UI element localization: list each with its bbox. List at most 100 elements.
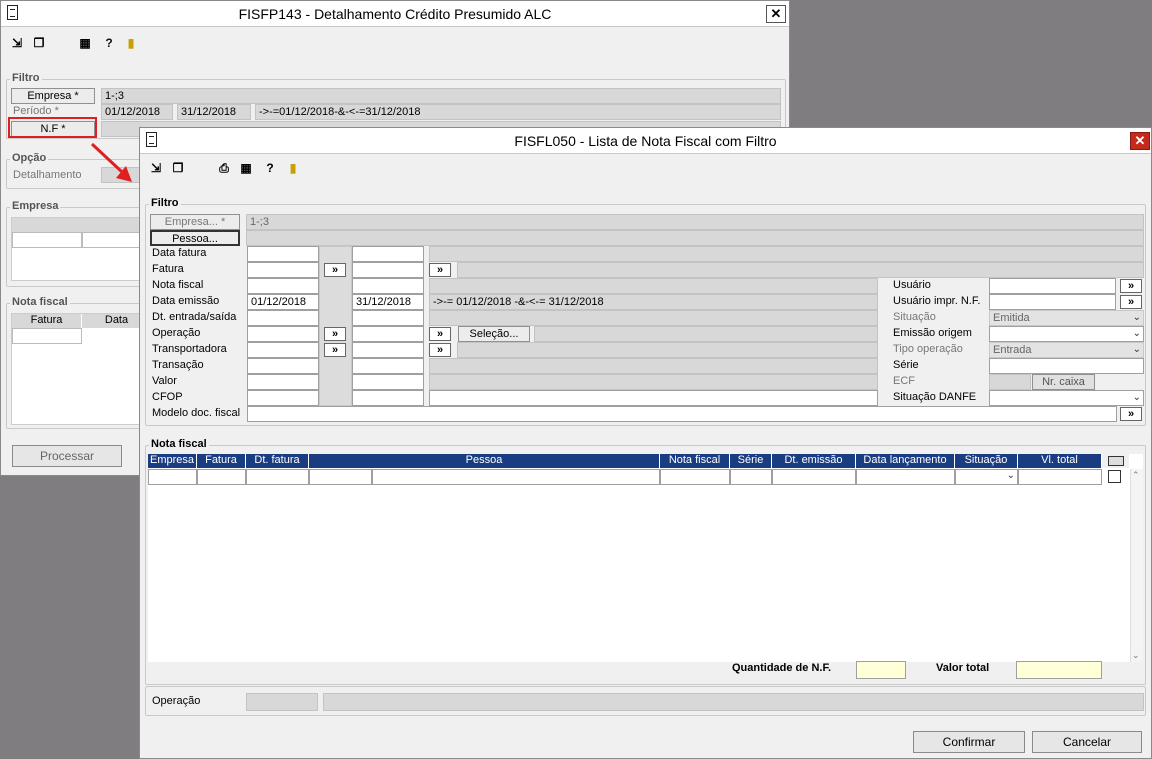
col-dt-emissao[interactable]: Dt. emissão — [772, 454, 856, 468]
transportadora-end[interactable] — [352, 342, 424, 358]
data-emissao-label: Data emissão — [152, 295, 220, 307]
processar-button[interactable]: Processar — [12, 445, 122, 467]
col-vl-total[interactable]: Vl. total — [1018, 454, 1102, 468]
filter-group-label: Filtro — [149, 197, 181, 209]
fatura-end-search-button[interactable]: » — [429, 263, 451, 277]
transacao-end[interactable] — [352, 358, 424, 374]
fatura-search-button[interactable]: » — [324, 263, 346, 277]
scroll-down-icon[interactable]: ⌄ — [1132, 650, 1140, 661]
col-empresa[interactable]: Empresa — [148, 454, 197, 468]
usuario-impr-input[interactable] — [989, 294, 1116, 310]
operacao-start[interactable] — [247, 326, 319, 342]
arrow-icon[interactable]: ⇲ — [148, 160, 164, 176]
empresa-button[interactable]: Empresa... * — [150, 214, 240, 230]
valor-start[interactable] — [247, 374, 319, 390]
close-button[interactable]: ✕ — [766, 5, 786, 23]
empresa-button[interactable]: Empresa * — [11, 88, 95, 104]
chevron-down-icon: ⌄ — [1132, 312, 1141, 323]
row-serie[interactable] — [730, 469, 772, 485]
col-select-all[interactable] — [1102, 454, 1130, 468]
detalhamento-label: Detalhamento — [13, 169, 82, 181]
nota-fiscal-start[interactable] — [247, 278, 319, 294]
empresa-value: 1-;3 — [246, 214, 1144, 230]
operacao-end-search-button[interactable]: » — [429, 327, 451, 341]
col-serie[interactable]: Série — [730, 454, 772, 468]
col-pessoa[interactable]: Pessoa — [309, 454, 660, 468]
cfop-start[interactable] — [247, 390, 319, 406]
operacao-end[interactable] — [352, 326, 424, 342]
empresa-value: 1-;3 — [101, 88, 781, 104]
usuario-search-button[interactable]: » — [1120, 279, 1142, 293]
modelo-input[interactable] — [247, 406, 1117, 422]
nr-caixa-button[interactable]: Nr. caixa — [1032, 374, 1095, 390]
back-title-bar: FISFP143 - Detalhamento Crédito Presumid… — [1, 1, 789, 27]
exit-door-icon[interactable]: ▮ — [285, 160, 301, 176]
opcao-group-label: Opção — [10, 152, 49, 164]
cancelar-button[interactable]: Cancelar — [1032, 731, 1142, 753]
windows-icon[interactable]: ❐ — [170, 160, 186, 176]
data-emissao-end[interactable]: 31/12/2018 — [352, 294, 424, 310]
situacao-danfe-select[interactable]: ⌄ — [989, 390, 1144, 406]
transportadora-search-button[interactable]: » — [324, 343, 346, 357]
scroll-up-icon[interactable]: ⌃ — [1132, 470, 1140, 481]
operacao-description — [323, 693, 1144, 711]
col-nota-fiscal[interactable]: Nota fiscal — [660, 454, 730, 468]
help-icon[interactable]: ? — [262, 160, 278, 176]
periodo-start: 01/12/2018 — [101, 104, 173, 120]
transportadora-start[interactable] — [247, 342, 319, 358]
grid-icon[interactable]: ▦ — [77, 35, 93, 51]
valor-end[interactable] — [352, 374, 424, 390]
col-data-lancamento[interactable]: Data lançamento — [856, 454, 955, 468]
dt-entrada-end[interactable] — [352, 310, 424, 326]
usuario-impr-search-button[interactable]: » — [1120, 295, 1142, 309]
usuario-label: Usuário — [893, 279, 931, 291]
row-nota-fiscal[interactable] — [660, 469, 730, 485]
valor-total-label: Valor total — [936, 662, 990, 674]
operacao-bottom-label: Operação — [152, 695, 201, 707]
pessoa-button[interactable]: Pessoa... — [150, 230, 240, 246]
col-fatura[interactable]: Fatura — [12, 314, 82, 328]
help-icon[interactable]: ? — [101, 35, 117, 51]
situacao-select: Emitida ⌄ — [989, 310, 1144, 326]
col-situacao[interactable]: Situação — [955, 454, 1018, 468]
row-pessoa[interactable] — [372, 469, 660, 485]
confirmar-button[interactable]: Confirmar — [913, 731, 1025, 753]
close-button[interactable]: ✕ — [1130, 132, 1150, 150]
modelo-search-button[interactable]: » — [1120, 407, 1142, 421]
exit-door-icon[interactable]: ▮ — [123, 35, 139, 51]
row-dt-emissao[interactable] — [772, 469, 856, 485]
dt-entrada-start[interactable] — [247, 310, 319, 326]
row-data-lancamento[interactable] — [856, 469, 955, 485]
fatura-end[interactable] — [352, 262, 424, 278]
transacao-start[interactable] — [247, 358, 319, 374]
row-fatura[interactable] — [197, 469, 246, 485]
arrow-icon[interactable]: ⇲ — [9, 35, 25, 51]
emissao-origem-select[interactable]: ⌄ — [989, 326, 1144, 342]
operacao-search-button[interactable]: » — [324, 327, 346, 341]
serie-input[interactable] — [989, 358, 1144, 374]
row-vl-total[interactable] — [1018, 469, 1102, 485]
row-pessoa-code[interactable] — [309, 469, 372, 485]
grid-scrollbar[interactable]: ⌃ ⌄ — [1130, 469, 1143, 662]
data-fatura-start[interactable] — [247, 246, 319, 262]
cfop-end[interactable] — [352, 390, 424, 406]
data-emissao-start[interactable]: 01/12/2018 — [247, 294, 319, 310]
grid-icon[interactable]: ▦ — [238, 160, 254, 176]
selecao-button[interactable]: Seleção... — [458, 326, 530, 342]
row-dt-fatura[interactable] — [246, 469, 309, 485]
col-dt-fatura[interactable]: Dt. fatura — [246, 454, 309, 468]
col-fatura[interactable]: Fatura — [197, 454, 246, 468]
row-situacao[interactable]: ⌄ — [955, 469, 1018, 485]
windows-icon[interactable]: ❐ — [31, 35, 47, 51]
usuario-input[interactable] — [989, 278, 1116, 294]
fatura-start[interactable] — [247, 262, 319, 278]
transportadora-label: Transportadora — [152, 343, 227, 355]
row-checkbox[interactable] — [1108, 470, 1121, 483]
transportadora-end-search-button[interactable]: » — [429, 343, 451, 357]
printer-icon[interactable]: ⎙ — [216, 160, 232, 176]
row-empresa[interactable] — [148, 469, 197, 485]
data-fatura-end[interactable] — [352, 246, 424, 262]
nota-fiscal-end[interactable] — [352, 278, 424, 294]
cfop-expression[interactable] — [429, 390, 878, 406]
periodo-label: Período * — [13, 105, 59, 117]
